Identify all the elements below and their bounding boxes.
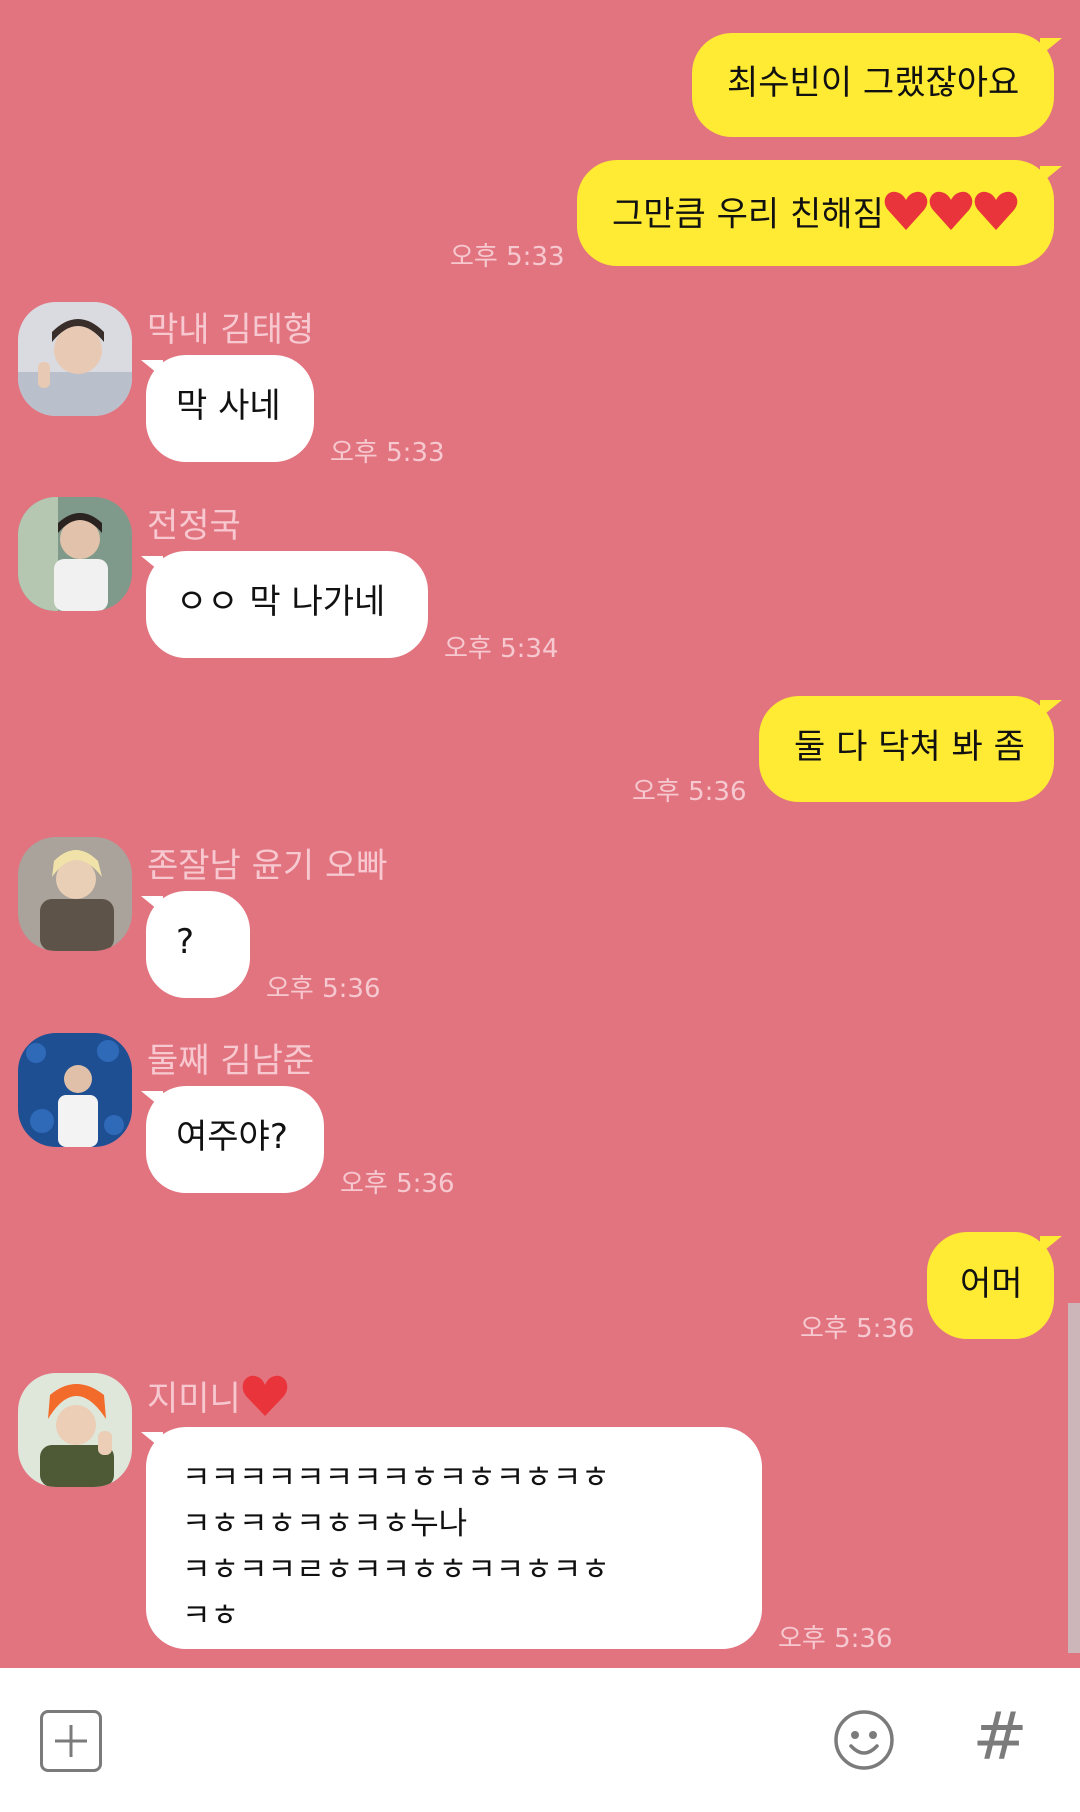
input-bar: # (0, 1668, 1080, 1812)
emoji-button[interactable] (832, 1708, 896, 1772)
avatar[interactable] (18, 1033, 132, 1147)
message-bubble[interactable]: ㅇㅇ 막 나가네 (146, 551, 428, 658)
plus-icon (55, 1725, 87, 1757)
message-text: 최수빈이 그랬잖아요 (727, 63, 1020, 103)
message-text: ? (176, 922, 195, 962)
my-message-bubble[interactable]: 어머 (927, 1232, 1054, 1339)
message-line: ㅋㅎ (182, 1598, 240, 1634)
sender-name: 막내 김태형 (147, 310, 315, 350)
avatar[interactable] (18, 1373, 132, 1487)
message-timestamp: 오후 5:34 (444, 634, 559, 664)
message-bubble[interactable]: ㅋㅋㅋㅋㅋㅋㅋㅋㅎㅋㅎㅋㅎㅋㅎ ㅋㅎㅋㅎㅋㅎㅋㅎ누나 ㅋㅎㅋㅋㄹㅎㅋㅋㅎㅎㅋㅋㅎ… (146, 1427, 762, 1649)
heart-icon (884, 190, 1018, 242)
message-text: 막 사네 (176, 386, 281, 426)
bubble-tail (1040, 38, 1062, 56)
hashtag-button[interactable]: # (970, 1702, 1030, 1772)
sender-name: 지미니 (147, 1371, 289, 1427)
message-text: 여주야? (176, 1117, 288, 1157)
message-text: 어머 (960, 1264, 1023, 1304)
emoji-icon (834, 1710, 894, 1770)
message-bubble[interactable]: 여주야? (146, 1086, 324, 1193)
plus-button[interactable] (40, 1710, 102, 1772)
avatar[interactable] (18, 837, 132, 951)
scrollbar[interactable] (1068, 1303, 1080, 1653)
bubble-tail (1040, 700, 1062, 718)
my-message-bubble[interactable]: 그만큼 우리 친해짐 (577, 160, 1054, 266)
heart-icon (241, 1374, 289, 1427)
message-timestamp: 오후 5:36 (778, 1624, 893, 1654)
message-text: 둘 다 닥쳐 봐 좀 (794, 727, 1025, 767)
bubble-tail (1040, 166, 1062, 184)
sender-name: 전정국 (147, 506, 241, 546)
message-timestamp: 오후 5:36 (800, 1314, 915, 1344)
message-line: ㅋㅋㅋㅋㅋㅋㅋㅋㅎㅋㅎㅋㅎㅋㅎ (182, 1460, 610, 1496)
sender-name: 존잘남 윤기 오빠 (147, 846, 388, 886)
message-bubble[interactable]: 막 사네 (146, 355, 314, 462)
message-text: 그만큼 우리 친해짐 (612, 194, 884, 235)
message-timestamp: 오후 5:33 (330, 438, 445, 468)
avatar[interactable] (18, 302, 132, 416)
avatar[interactable] (18, 497, 132, 611)
message-bubble[interactable]: ? (146, 891, 250, 998)
message-timestamp: 오후 5:36 (266, 974, 381, 1004)
my-message-bubble[interactable]: 최수빈이 그랬잖아요 (692, 33, 1054, 137)
message-text: ㅇㅇ 막 나가네 (176, 582, 386, 622)
sender-name-text: 지미니 (147, 1379, 241, 1419)
message-line: ㅋㅎㅋㅋㄹㅎㅋㅋㅎㅎㅋㅋㅎㅋㅎ (182, 1552, 610, 1588)
sender-name: 둘째 김남준 (147, 1041, 315, 1081)
chat-area[interactable]: 최수빈이 그랬잖아요 그만큼 우리 친해짐 오후 5:33 막내 김태형 막 사… (0, 0, 1080, 1668)
my-message-bubble[interactable]: 둘 다 닥쳐 봐 좀 (759, 696, 1054, 802)
message-timestamp: 오후 5:36 (340, 1169, 455, 1199)
message-line: ㅋㅎㅋㅎㅋㅎㅋㅎ누나 (182, 1506, 468, 1542)
message-timestamp: 오후 5:33 (450, 242, 565, 272)
bubble-tail (1040, 1236, 1062, 1254)
message-timestamp: 오후 5:36 (632, 777, 747, 807)
